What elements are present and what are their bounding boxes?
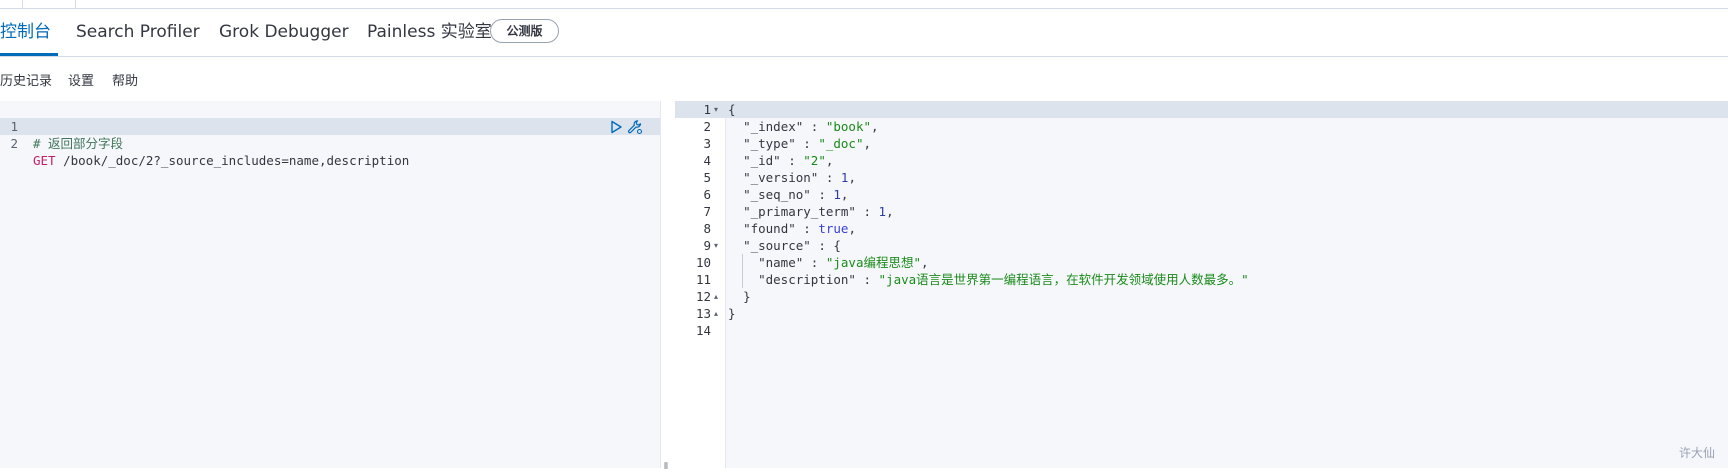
output-line: "description" : "java语言是世界第一编程语言，在软件开发领域…: [758, 272, 1249, 287]
fold-toggle-icon[interactable]: ▴: [714, 288, 718, 305]
output-line: "_seq_no" : 1,: [743, 187, 849, 202]
output-gutter-border: [725, 101, 726, 468]
line-number: 12: [695, 289, 711, 304]
resize-handle-icon[interactable]: ⦀: [664, 462, 668, 472]
active-tab-indicator: [0, 53, 58, 56]
editor-active-line: [0, 118, 660, 135]
output-line: "name" : "java编程思想",: [758, 255, 929, 270]
line-number: 3: [703, 136, 711, 151]
tab-search-profiler[interactable]: Search Profiler: [76, 9, 200, 56]
line-number: 14: [695, 323, 711, 338]
line-number: 8: [703, 221, 711, 236]
top-divider: [22, 0, 23, 8]
output-line: }: [743, 289, 751, 304]
help-link[interactable]: 帮助: [112, 70, 138, 94]
tab-console[interactable]: 控制台: [0, 9, 51, 56]
dev-tools-tabs: 控制台 Search Profiler Grok Debugger Painle…: [0, 9, 1728, 57]
line-number: 11: [695, 272, 711, 287]
line-number: 10: [695, 255, 711, 270]
output-line: "_primary_term" : 1,: [743, 204, 894, 219]
output-line: "_source" : {: [743, 238, 841, 253]
fold-toggle-icon[interactable]: ▴: [714, 305, 718, 322]
comment-text: # 返回部分字段: [33, 136, 124, 151]
beta-badge: 公测版: [490, 19, 559, 43]
http-method: GET: [33, 153, 56, 168]
play-icon[interactable]: [608, 119, 624, 135]
line-number: 6: [703, 187, 711, 202]
output-line: "_type" : "_doc",: [743, 136, 872, 151]
top-divider: [75, 0, 76, 8]
editor-line[interactable]: 1 # 返回部分字段: [0, 101, 123, 151]
output-line: "_id" : "2",: [743, 153, 834, 168]
line-number: 2: [703, 119, 711, 134]
request-editor[interactable]: 1 # 返回部分字段 2 GET /book/_doc/2?_source_in…: [0, 101, 660, 468]
output-line: {: [728, 102, 736, 117]
line-number: 9: [703, 238, 711, 253]
request-path: /book/_doc/2?_source_includes=name,descr…: [55, 153, 410, 168]
output-active-line: [675, 101, 1728, 118]
tab-painless-lab[interactable]: Painless 实验室: [367, 9, 492, 56]
output-line: }: [728, 306, 736, 321]
line-number: 4: [703, 153, 711, 168]
settings-link[interactable]: 设置: [68, 70, 94, 94]
output-line: "_index" : "book",: [743, 119, 879, 134]
watermark-text: 许大仙: [1679, 446, 1716, 460]
line-number: 2: [10, 136, 18, 151]
history-link[interactable]: 历史记录: [0, 70, 52, 94]
line-number: 7: [703, 204, 711, 219]
output-line: "_version" : 1,: [743, 170, 856, 185]
fold-toggle-icon[interactable]: ▾: [714, 101, 718, 118]
top-strip: [0, 0, 1728, 9]
output-line: "found" : true,: [743, 221, 856, 236]
editor-line[interactable]: 2 GET /book/_doc/2?_source_includes=name…: [0, 118, 409, 168]
wrench-icon[interactable]: [627, 119, 643, 135]
tab-grok-debugger[interactable]: Grok Debugger: [219, 9, 349, 56]
fold-toggle-icon[interactable]: ▾: [714, 237, 718, 254]
line-number: 1: [703, 102, 711, 117]
line-number: 5: [703, 170, 711, 185]
line-number: 13: [695, 306, 711, 321]
panel-splitter[interactable]: [660, 101, 675, 468]
